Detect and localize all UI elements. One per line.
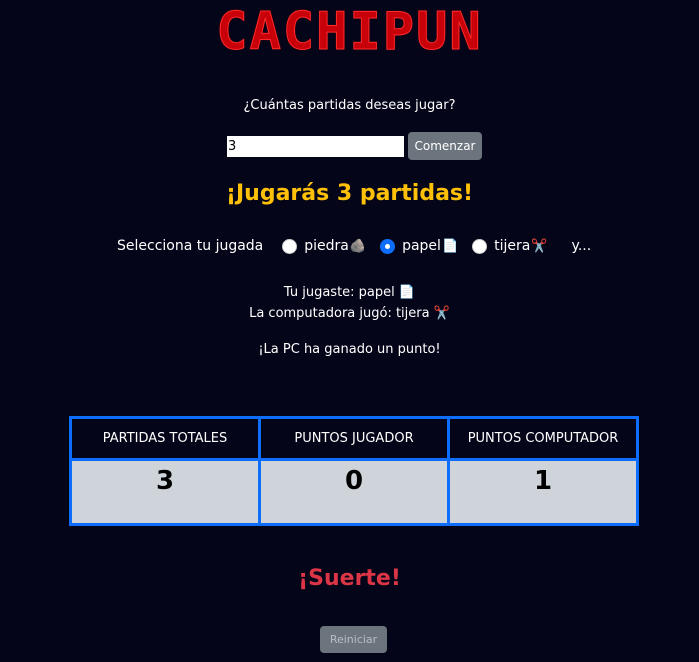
option-tijera-label: tijera — [494, 238, 531, 254]
games-count-input[interactable] — [227, 135, 404, 157]
scoreboard-table: PARTIDAS TOTALES PUNTOS JUGADOR PUNTOS C… — [69, 416, 639, 526]
header-total-games: PARTIDAS TOTALES — [72, 419, 258, 458]
luck-message: ¡Suerte! — [298, 566, 401, 591]
player-move-text: Tu jugaste: papel — [283, 285, 395, 300]
radio-piedra[interactable] — [282, 238, 298, 254]
radio-papel[interactable] — [380, 238, 396, 254]
value-total-games: 3 — [72, 461, 258, 523]
computer-move-line: La computadora jugó: tijera ✂️ — [0, 306, 699, 321]
page: CACHIPUN ¿Cuántas partidas deseas jugar?… — [0, 0, 699, 662]
selection-label: Selecciona tu jugada — [117, 238, 264, 254]
games-input-row: Comenzar — [227, 132, 482, 160]
rock-icon: 🪨 — [349, 238, 367, 254]
radio-tijera[interactable] — [472, 238, 488, 254]
player-move-icon: 📄 — [398, 285, 416, 300]
value-computer-points: 1 — [450, 461, 636, 523]
player-move-line: Tu jugaste: papel 📄 — [0, 285, 699, 300]
reset-button[interactable]: Reiniciar — [320, 626, 387, 653]
round-result-message: ¡La PC ha ganado un punto! — [258, 342, 441, 357]
header-player-points: PUNTOS JUGADOR — [261, 419, 447, 458]
scissors-icon: ✂️ — [531, 238, 548, 254]
start-button[interactable]: Comenzar — [408, 132, 482, 160]
selection-trailing: y... — [571, 238, 592, 254]
games-question: ¿Cuántas partidas deseas jugar? — [243, 98, 456, 113]
option-piedra[interactable]: piedra 🪨 — [282, 238, 366, 254]
paper-icon: 📄 — [441, 238, 459, 254]
option-tijera[interactable]: tijera ✂️ — [472, 238, 548, 254]
value-player-points: 0 — [261, 461, 447, 523]
option-papel[interactable]: papel 📄 — [380, 238, 458, 254]
computer-move-text: La computadora jugó: tijera — [249, 306, 430, 321]
move-selection: Selecciona tu jugada piedra 🪨 papel 📄 ti… — [117, 238, 591, 254]
option-piedra-label: piedra — [304, 238, 349, 254]
games-announcement: ¡Jugarás 3 partidas! — [225, 181, 474, 206]
option-papel-label: papel — [402, 238, 441, 254]
game-title: CACHIPUN — [216, 2, 483, 63]
computer-move-icon: ✂️ — [433, 306, 450, 321]
header-computer-points: PUNTOS COMPUTADOR — [450, 419, 636, 458]
